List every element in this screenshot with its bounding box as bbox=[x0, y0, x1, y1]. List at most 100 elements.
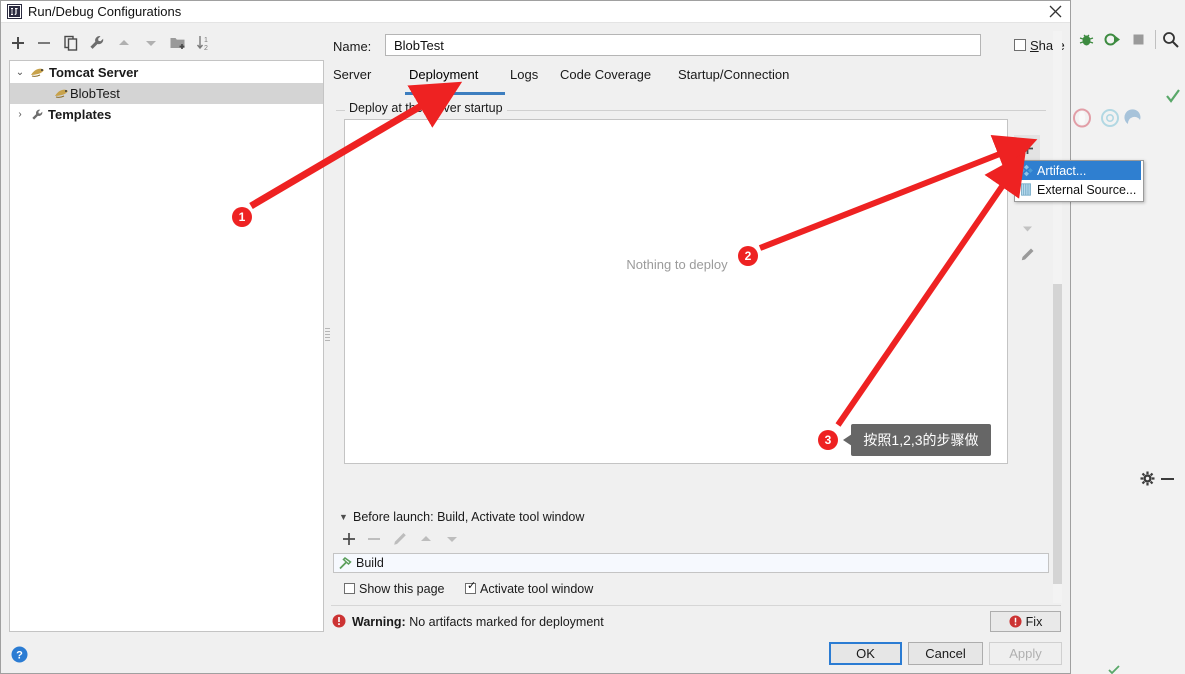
tab-startup-connection[interactable]: Startup/Connection bbox=[678, 67, 789, 93]
svg-text:2: 2 bbox=[204, 45, 208, 52]
close-icon[interactable] bbox=[1041, 1, 1070, 22]
share-checkbox[interactable] bbox=[1014, 39, 1026, 51]
checkmark-icon: ✓ bbox=[467, 580, 477, 592]
add-task-button[interactable] bbox=[341, 531, 357, 547]
annotation-tooltip: 按照1,2,3的步骤做 bbox=[851, 424, 991, 456]
activate-tool-window-label: Activate tool window bbox=[480, 582, 594, 596]
configurations-tree[interactable]: ⌄ Tomcat Server BlobTest › Templates bbox=[9, 60, 324, 632]
search-icon[interactable] bbox=[1162, 31, 1179, 48]
move-deployment-down-button[interactable] bbox=[1014, 215, 1040, 241]
tree-item-tomcat-server[interactable]: ⌄ Tomcat Server bbox=[10, 62, 323, 83]
inspection-ok-icon bbox=[1166, 89, 1180, 103]
svg-text:1: 1 bbox=[204, 37, 208, 44]
edge-browser-icon[interactable] bbox=[1123, 108, 1143, 128]
name-input-value: BlobTest bbox=[394, 38, 444, 53]
intellij-idea-icon bbox=[7, 4, 22, 19]
chevron-down-icon[interactable]: ▼ bbox=[339, 512, 348, 522]
chevron-down-icon[interactable]: ⌄ bbox=[10, 67, 30, 78]
menu-item-label: External Source... bbox=[1037, 182, 1137, 197]
deploy-group-title: Deploy at the server startup bbox=[345, 101, 507, 115]
add-deployment-button[interactable] bbox=[1014, 135, 1040, 161]
move-up-button[interactable] bbox=[115, 34, 133, 52]
before-launch-label: Before launch: Build, Activate tool wind… bbox=[353, 510, 590, 524]
cancel-button[interactable]: Cancel bbox=[908, 642, 983, 665]
ide-toolbar-separator bbox=[1155, 30, 1156, 49]
move-task-down-button[interactable] bbox=[444, 531, 460, 547]
menu-item-artifact[interactable]: Artifact... bbox=[1015, 161, 1141, 180]
chevron-right-icon[interactable]: › bbox=[10, 109, 30, 120]
apply-button[interactable]: Apply bbox=[989, 642, 1062, 665]
warning-prefix: Warning: bbox=[352, 615, 406, 629]
ok-button[interactable]: OK bbox=[829, 642, 902, 665]
task-label: Build bbox=[356, 556, 384, 570]
run-debug-configurations-dialog: Run/Debug Configurations 1 2 ⌄ Tomcat Se… bbox=[0, 0, 1071, 674]
move-down-button[interactable] bbox=[142, 34, 160, 52]
add-configuration-button[interactable] bbox=[9, 34, 27, 52]
edit-task-button[interactable] bbox=[392, 531, 408, 547]
tree-item-label: Templates bbox=[48, 107, 112, 122]
external-source-icon bbox=[1015, 183, 1037, 196]
remove-configuration-button[interactable] bbox=[35, 34, 53, 52]
hammer-icon bbox=[339, 557, 352, 570]
tomcat-icon bbox=[55, 89, 68, 98]
before-launch-task-row[interactable]: Build bbox=[333, 553, 1049, 573]
wrench-icon[interactable] bbox=[88, 34, 106, 52]
help-icon[interactable]: ? bbox=[11, 646, 28, 663]
empty-list-message: Nothing to deploy bbox=[626, 257, 728, 272]
error-icon bbox=[1009, 615, 1022, 628]
edit-deployment-button[interactable] bbox=[1014, 241, 1040, 267]
before-launch-header: ▼ Before launch: Build, Activate tool wi… bbox=[339, 510, 1051, 524]
name-input[interactable]: BlobTest bbox=[385, 34, 981, 56]
tomcat-icon bbox=[31, 68, 44, 77]
active-tab-underline bbox=[405, 92, 505, 95]
show-this-page-checkbox[interactable] bbox=[344, 583, 355, 594]
move-task-up-button[interactable] bbox=[418, 531, 434, 547]
fix-button-label: Fix bbox=[1025, 614, 1043, 629]
tab-code-coverage[interactable]: Code Coverage bbox=[560, 67, 651, 93]
tree-item-label: Tomcat Server bbox=[49, 65, 139, 80]
folder-add-icon[interactable] bbox=[169, 34, 187, 52]
activate-tool-window-checkbox[interactable]: ✓ bbox=[465, 580, 477, 594]
chrome-browser-icon[interactable] bbox=[1100, 108, 1120, 128]
tab-deployment[interactable]: Deployment bbox=[409, 67, 478, 93]
configurations-toolbar: 1 2 bbox=[9, 34, 309, 60]
error-icon bbox=[332, 614, 346, 628]
artifact-icon bbox=[1015, 164, 1037, 177]
pane-splitter-handle[interactable] bbox=[324, 326, 331, 354]
annotation-badge-2: 2 bbox=[738, 246, 758, 266]
debug-icon[interactable] bbox=[1078, 31, 1095, 48]
tab-server[interactable]: Server bbox=[333, 67, 371, 93]
deployment-side-toolbar bbox=[1014, 135, 1042, 269]
warning-message: No artifacts marked for deployment bbox=[409, 615, 604, 629]
stop-icon[interactable] bbox=[1130, 31, 1147, 48]
dialog-title: Run/Debug Configurations bbox=[28, 4, 182, 19]
menu-item-external-source[interactable]: External Source... bbox=[1015, 180, 1141, 199]
copy-configuration-button[interactable] bbox=[62, 34, 80, 52]
svg-text:?: ? bbox=[16, 650, 23, 662]
tree-item-templates[interactable]: › Templates bbox=[10, 104, 323, 125]
warning-divider bbox=[331, 605, 1061, 606]
opera-browser-icon[interactable] bbox=[1072, 108, 1092, 128]
configuration-tabs: Server Deployment Logs Code Coverage Sta… bbox=[333, 67, 1053, 95]
menu-item-label: Artifact... bbox=[1037, 163, 1087, 178]
wrench-icon bbox=[32, 109, 43, 120]
add-deployment-popup-menu[interactable]: Artifact... External Source... bbox=[1014, 160, 1144, 202]
tree-item-label: BlobTest bbox=[70, 86, 120, 101]
show-this-page-label: Show this page bbox=[359, 582, 445, 596]
deployment-list[interactable]: Nothing to deploy bbox=[344, 119, 1008, 464]
run-with-coverage-icon[interactable] bbox=[1104, 31, 1121, 48]
remove-task-button[interactable] bbox=[366, 531, 382, 547]
content-scrollbar-thumb[interactable] bbox=[1053, 284, 1062, 584]
annotation-badge-1: 1 bbox=[232, 207, 252, 227]
tree-item-blobtest[interactable]: BlobTest bbox=[10, 83, 323, 104]
tab-logs[interactable]: Logs bbox=[510, 67, 538, 93]
before-launch-toolbar bbox=[341, 531, 481, 551]
sort-configurations-button[interactable]: 1 2 bbox=[196, 34, 214, 52]
hide-panel-icon[interactable] bbox=[1161, 478, 1174, 480]
settings-gear-icon[interactable] bbox=[1140, 471, 1155, 486]
fix-button[interactable]: Fix bbox=[990, 611, 1061, 632]
status-ok-icon bbox=[1108, 665, 1120, 674]
annotation-badge-3: 3 bbox=[818, 430, 838, 450]
name-label: Name: bbox=[333, 39, 372, 54]
warning-text: Warning: No artifacts marked for deploym… bbox=[352, 615, 604, 629]
